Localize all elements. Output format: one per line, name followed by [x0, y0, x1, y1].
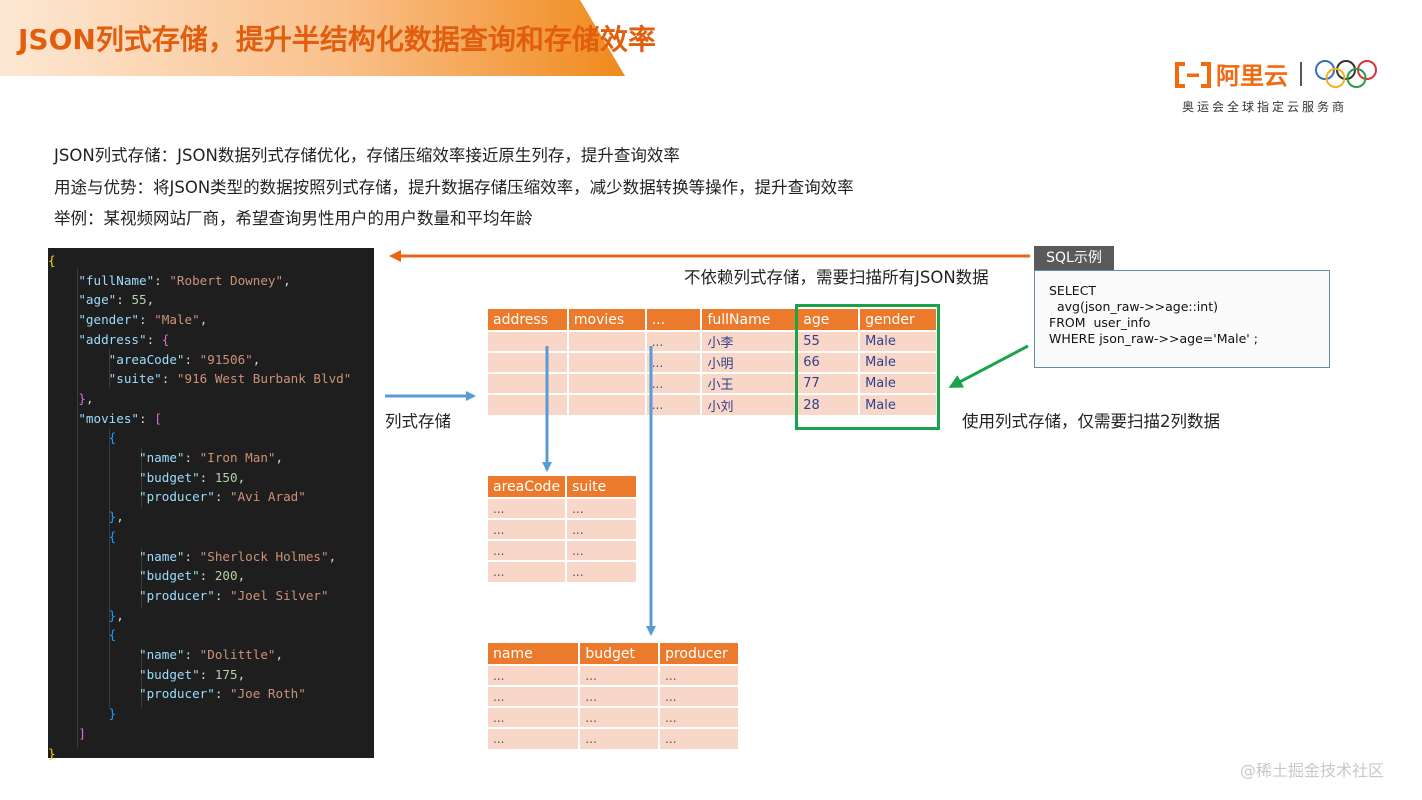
sql-example-tab: SQL示例 — [1034, 246, 1114, 270]
watermark: @稀土掘金技术社区 — [1240, 761, 1385, 780]
sql-line: FROM user_info — [1049, 315, 1151, 330]
sql-example-box: SELECT avg(json_raw->>age::int) FROM use… — [1034, 270, 1330, 368]
two-columns-label: 使用列式存储，仅需要扫描2列数据 — [962, 412, 1220, 431]
arrows-layer — [385, 250, 1030, 636]
sql-line: SELECT — [1049, 283, 1097, 298]
columnar-storage-label: 列式存储 — [385, 412, 451, 431]
arrow-sql-to-columns — [948, 344, 1029, 388]
sql-line: WHERE json_raw->>age='Male' ; — [1049, 331, 1258, 346]
sql-line: avg(json_raw->>age::int) — [1049, 299, 1218, 314]
full-scan-label: 不依赖列式存储，需要扫描所有JSON数据 — [684, 268, 989, 287]
